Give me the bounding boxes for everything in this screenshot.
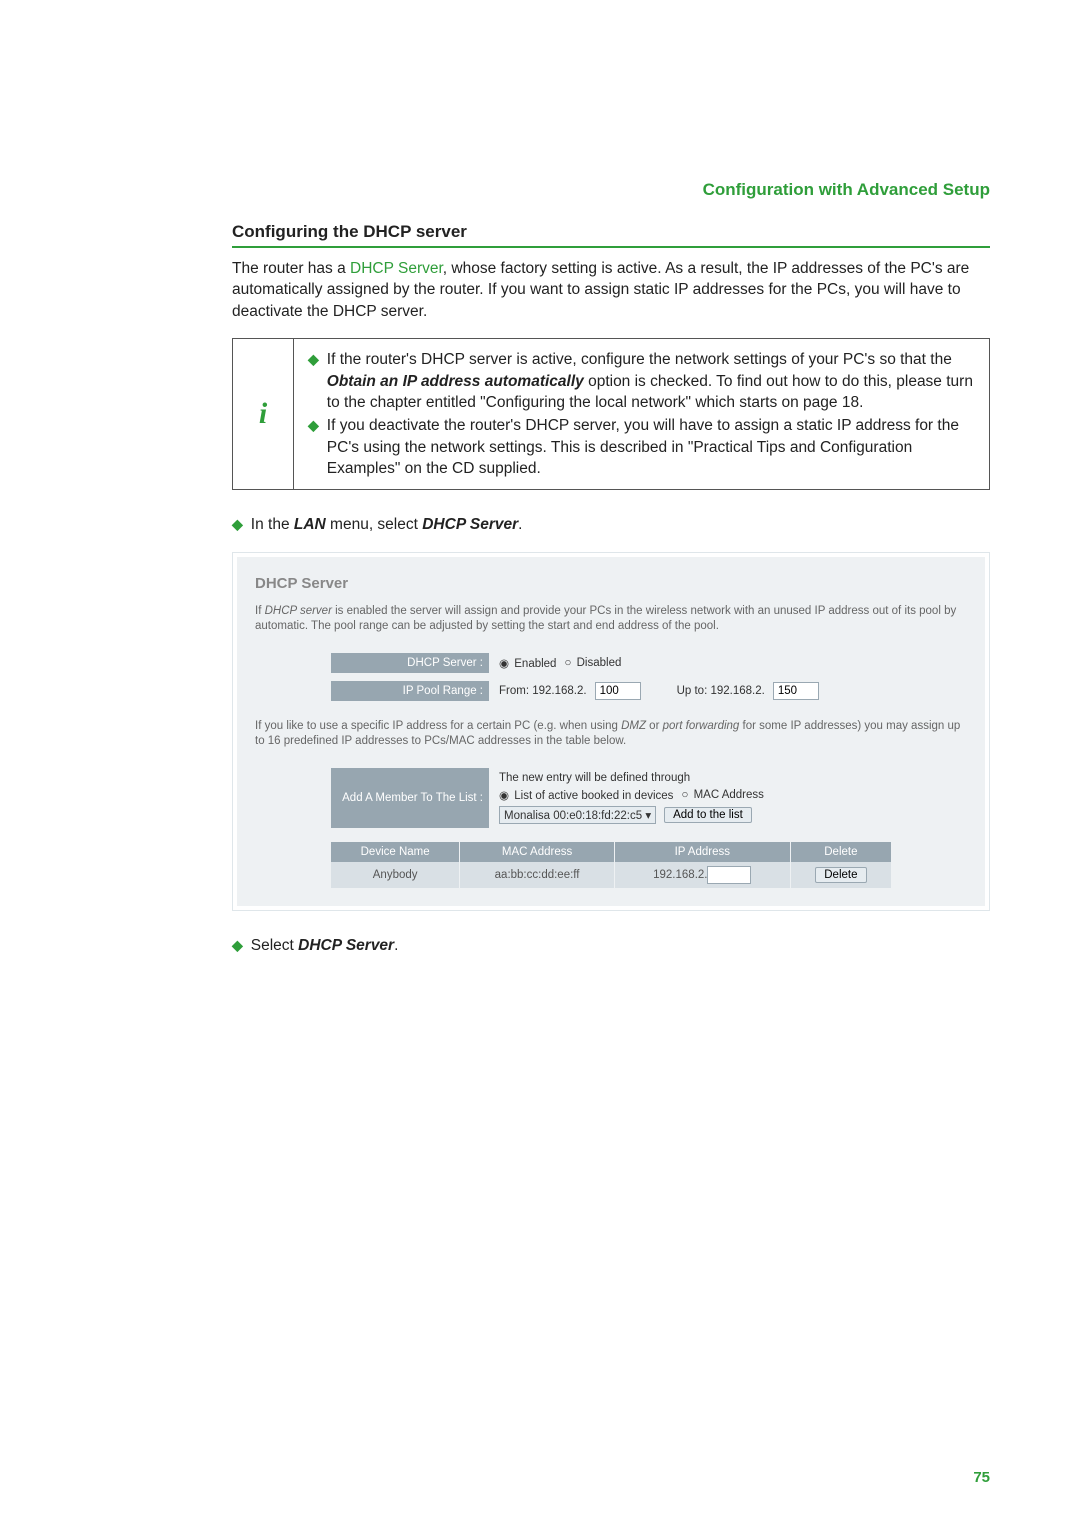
- chevron-down-icon: ▾: [645, 810, 651, 822]
- step2-post: .: [394, 937, 398, 954]
- step1-pre: In the: [251, 516, 294, 533]
- ip-pool-label: IP Pool Range :: [331, 681, 489, 701]
- opt-mac[interactable]: ○ MAC Address: [681, 789, 763, 801]
- th-mac: MAC Address: [460, 842, 615, 862]
- bullet-icon: ◆: [308, 417, 319, 479]
- step1-mid: menu, select: [326, 516, 423, 533]
- d2a: If you like to use a specific IP address…: [255, 720, 621, 732]
- info-icon: i: [233, 339, 294, 489]
- pool-from-input[interactable]: [595, 682, 641, 700]
- cell-device-name: Anybody: [331, 862, 460, 888]
- screenshot-title: DHCP Server: [255, 575, 967, 592]
- screenshot-desc-1: If DHCP server is enabled the server wil…: [255, 604, 967, 635]
- opt-active-devices[interactable]: ◉ List of active booked in devices: [499, 788, 673, 802]
- d2c: or: [646, 720, 663, 732]
- screenshot-desc-2: If you like to use a specific IP address…: [255, 719, 967, 750]
- dhcp-server-row: DHCP Server : ◉ Enabled ○ Disabled: [331, 653, 891, 673]
- note1-pre: If the router's DHCP server is active, c…: [327, 351, 952, 368]
- note1-bold: Obtain an IP address automatically: [327, 373, 584, 390]
- screenshot: DHCP Server If DHCP server is enabled th…: [232, 552, 990, 911]
- dhcp-server-link[interactable]: DHCP Server: [350, 260, 443, 277]
- delete-button[interactable]: Delete: [815, 867, 866, 883]
- page-header: Configuration with Advanced Setup: [232, 180, 990, 200]
- step-2: ◆ Select DHCP Server.: [232, 935, 990, 956]
- page-number: 75: [973, 1469, 990, 1486]
- d1a: If: [255, 605, 265, 617]
- cell-ip: 192.168.2.: [614, 862, 790, 888]
- note-item-2: ◆ If you deactivate the router's DHCP se…: [308, 415, 975, 479]
- add-line1: The new entry will be defined through: [499, 772, 764, 784]
- th-delete: Delete: [790, 842, 891, 862]
- bullet-icon: ◆: [232, 516, 243, 535]
- pool-to-label: Up to: 192.168.2.: [677, 685, 765, 697]
- disabled-radio[interactable]: ○ Disabled: [564, 657, 621, 669]
- step2-pre: Select: [251, 937, 298, 954]
- section-title: Configuring the DHCP server: [232, 222, 990, 248]
- pool-to-input[interactable]: [773, 682, 819, 700]
- opt2-label: MAC Address: [694, 789, 764, 801]
- device-select-value: Monalisa 00:e0:18:fd:22:c5: [504, 810, 642, 822]
- add-member-label: Add A Member To The List :: [331, 768, 489, 828]
- add-to-list-button[interactable]: Add to the list: [664, 807, 752, 823]
- bullet-icon: ◆: [232, 937, 243, 956]
- th-device-name: Device Name: [331, 842, 460, 862]
- note-item-1: ◆ If the router's DHCP server is active,…: [308, 349, 975, 413]
- step-1: ◆ In the LAN menu, select DHCP Server.: [232, 514, 990, 535]
- ip-prefix: 192.168.2.: [653, 869, 707, 881]
- disabled-label: Disabled: [577, 657, 622, 669]
- cell-mac: aa:bb:cc:dd:ee:ff: [460, 862, 615, 888]
- table-row: Anybody aa:bb:cc:dd:ee:ff 192.168.2. Del…: [331, 862, 891, 888]
- intro-text-pre: The router has a: [232, 260, 350, 277]
- ip-suffix-input[interactable]: [707, 866, 751, 884]
- enabled-radio[interactable]: ◉ Enabled: [499, 656, 556, 670]
- cell-delete: Delete: [790, 862, 891, 888]
- add-member-row: Add A Member To The List : The new entry…: [331, 768, 891, 828]
- step1-dhcp: DHCP Server: [422, 516, 518, 533]
- members-table: Device Name MAC Address IP Address Delet…: [331, 842, 891, 888]
- note-box: i ◆ If the router's DHCP server is activ…: [232, 338, 990, 490]
- d1b: DHCP server: [265, 605, 332, 617]
- step1-post: .: [518, 516, 522, 533]
- enabled-label: Enabled: [514, 658, 556, 670]
- pool-from-label: From: 192.168.2.: [499, 685, 587, 697]
- step1-lan: LAN: [294, 516, 326, 533]
- note2-pre: If you deactivate the router's DHCP serv…: [327, 417, 959, 477]
- step2-bold: DHCP Server: [298, 937, 394, 954]
- th-ip: IP Address: [614, 842, 790, 862]
- opt1-label: List of active booked in devices: [514, 790, 673, 802]
- d2d: port forwarding: [663, 720, 740, 732]
- device-select[interactable]: Monalisa 00:e0:18:fd:22:c5 ▾: [499, 806, 656, 824]
- ip-pool-row: IP Pool Range : From: 192.168.2. Up to: …: [331, 681, 891, 701]
- d2b: DMZ: [621, 720, 646, 732]
- bullet-icon: ◆: [308, 351, 319, 413]
- intro-paragraph: The router has a DHCP Server, whose fact…: [232, 258, 990, 322]
- dhcp-server-label: DHCP Server :: [331, 653, 489, 673]
- d1c: is enabled the server will assign and pr…: [255, 605, 956, 633]
